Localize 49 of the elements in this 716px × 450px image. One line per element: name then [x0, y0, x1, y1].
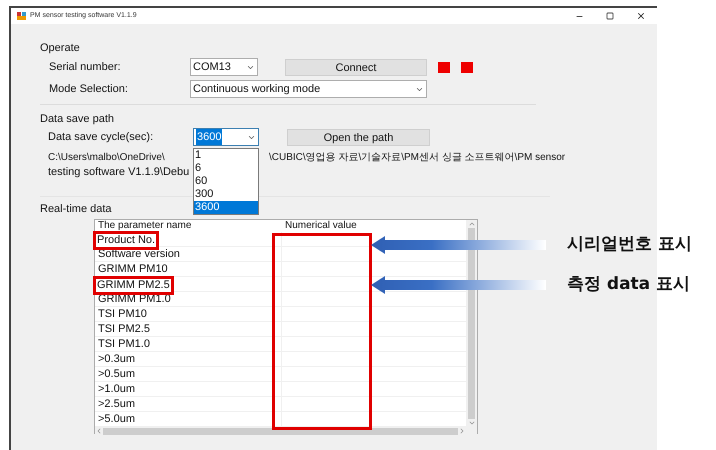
- parameter-name: TSI PM2.5: [98, 323, 150, 335]
- field-label: Mode Selection:: [49, 82, 129, 97]
- parameter-name: >0.3um: [98, 353, 135, 365]
- arrow-icon: [371, 235, 546, 255]
- app-icon: [17, 12, 26, 20]
- open-path-button[interactable]: Open the path: [287, 128, 430, 146]
- dropdown-option[interactable]: 1: [194, 149, 258, 162]
- combo-value: COM13: [193, 60, 231, 75]
- scroll-left-icon[interactable]: [95, 427, 103, 435]
- column-header[interactable]: The parameter name: [98, 220, 192, 231]
- combo-value: Continuous working mode: [193, 82, 320, 97]
- parameter-name: GRIMM PM2.5: [93, 276, 174, 295]
- path-text: testing software V1.1.9\Debu: [48, 166, 190, 178]
- parameter-name: TSI PM10: [98, 308, 147, 320]
- parameter-name: Product No.: [93, 231, 160, 250]
- dropdown-option[interactable]: 300: [194, 188, 258, 201]
- combo-value: 3600: [196, 128, 222, 146]
- column-header[interactable]: Numerical value: [285, 220, 357, 231]
- dropdown-option[interactable]: 6: [194, 162, 258, 175]
- parameter-name: Software version: [98, 248, 180, 260]
- field-label: Data save cycle(sec):: [48, 130, 154, 145]
- vertical-scrollbar[interactable]: [466, 220, 477, 427]
- horizontal-scrollbar[interactable]: [95, 427, 477, 435]
- group-title: Operate: [40, 41, 81, 56]
- combo-box[interactable]: 3600: [193, 128, 259, 146]
- parameter-name: >1.0um: [98, 383, 135, 395]
- path-text: \CUBIC\영업용 자료\기술자료\PM센서 싱글 소프트웨어\PM sensor: [269, 151, 566, 165]
- group-title: Real-time data: [40, 202, 112, 217]
- path-text: C:\Users\malbo\OneDrive\: [48, 151, 166, 165]
- connect-button[interactable]: Connect: [285, 58, 427, 76]
- parameter-name: >0.5um: [98, 368, 135, 380]
- combo-box[interactable]: COM13: [190, 58, 258, 76]
- parameter-name: >5.0um: [98, 413, 135, 425]
- scroll-right-icon[interactable]: [458, 427, 466, 435]
- combo-box[interactable]: Continuous working mode: [190, 80, 427, 98]
- parameter-name: GRIMM PM10: [98, 263, 168, 275]
- parameter-name: TSI PM1.0: [98, 338, 150, 350]
- scroll-up-icon[interactable]: [468, 220, 476, 228]
- group-title: Data save path: [40, 112, 115, 127]
- arrow-icon: [371, 275, 546, 295]
- parameter-name: >2.5um: [98, 398, 135, 410]
- dropdown-option[interactable]: 60: [194, 175, 258, 188]
- scroll-down-icon[interactable]: [468, 419, 476, 427]
- dropdown-option[interactable]: 3600: [194, 201, 258, 214]
- annotation-text: 측정 data 표시: [567, 273, 690, 296]
- close-icon[interactable]: [636, 11, 646, 21]
- field-label: Serial number:: [49, 60, 122, 75]
- maximize-icon[interactable]: [606, 12, 614, 20]
- annotation-text: 시리얼번호 표시: [567, 233, 692, 256]
